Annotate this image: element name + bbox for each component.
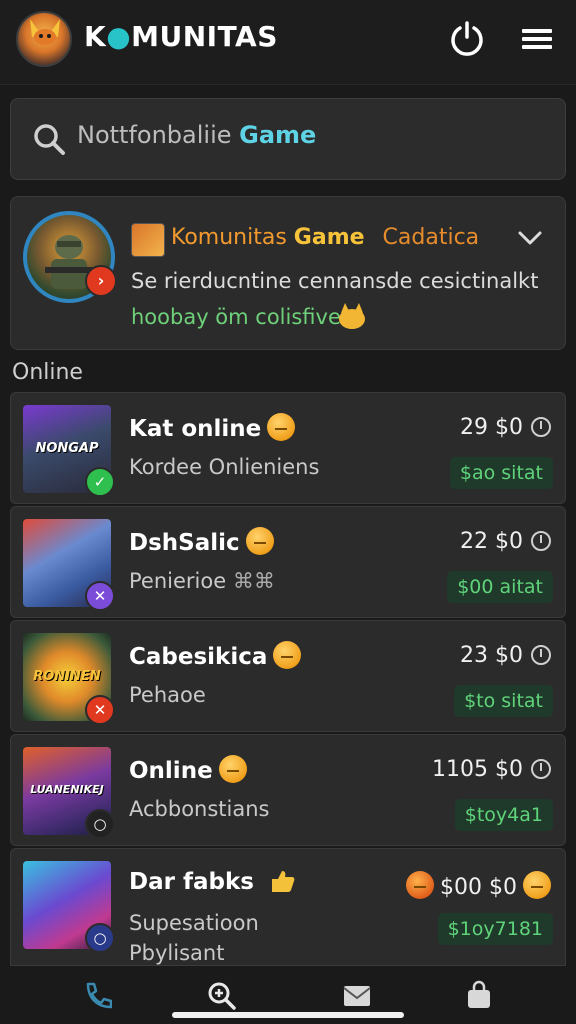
player-subtitle: Kordee Onlieniens: [129, 455, 320, 479]
featured-description: Se rierduc​ntine cennansde cesictinalkt: [131, 269, 539, 293]
smiley-emoji-icon: [245, 527, 274, 555]
player-thumbnail: LUANENIKEJ ○: [23, 747, 115, 839]
clock-icon: [531, 417, 551, 437]
player-subtitle: Penierioe ⌘⌘: [129, 569, 275, 593]
featured-category: Cadatica: [382, 225, 480, 250]
featured-title-game: Game: [293, 225, 365, 250]
player-subtitle: Supesatioon: [129, 911, 259, 935]
community-mini-icon: [131, 223, 165, 257]
status-ring-badge: ○: [85, 923, 115, 953]
player-status-tag[interactable]: $toy4a1: [454, 799, 553, 831]
player-price-text: 23 $0: [460, 643, 523, 668]
community-logo-avatar[interactable]: [16, 11, 72, 67]
player-name-text: Cabesikica: [129, 644, 268, 670]
player-price-text: $00 $0: [440, 875, 517, 900]
player-thumbnail: NONGAP ✓: [23, 405, 115, 497]
featured-title-name: Komunitas: [171, 225, 287, 250]
search-zoom-icon[interactable]: [206, 980, 236, 1010]
fire-emoji-icon: [406, 871, 435, 899]
smiley-emoji-icon: [523, 871, 551, 899]
online-check-badge: ✓: [85, 467, 115, 497]
thumbnail-caption: LUANENIKEJ: [30, 783, 104, 796]
player-thumbnail: RONINEN ✕: [23, 633, 115, 725]
status-x-badge: ✕: [85, 695, 115, 725]
player-price: $00 $0: [406, 871, 551, 900]
player-status-tag[interactable]: $00 aitat: [447, 571, 553, 603]
featured-community-card[interactable]: › Komunitas Game Cadatica Se rierduc​ntin…: [10, 196, 566, 350]
player-price: 22 $0: [460, 529, 551, 554]
player-name: Online: [129, 755, 247, 784]
player-price: 23 $0: [460, 643, 551, 668]
smiley-emoji-icon: [273, 641, 302, 669]
player-row[interactable]: ✕ DshSalic Penierioe ⌘⌘ 22 $0 $00 aitat: [10, 506, 566, 618]
app-title-o-glyph: ●: [106, 20, 132, 53]
search-placeholder-text: Nottfonbaliie: [77, 121, 232, 149]
bag-icon[interactable]: [464, 980, 494, 1010]
player-thumbnail: ○: [23, 861, 115, 953]
player-row[interactable]: RONINEN ✕ Cabesikica Pehaoe 23 $0 $to si…: [10, 620, 566, 732]
fox-mascot-icon: [30, 19, 60, 45]
clock-icon: [531, 759, 551, 779]
player-price-text: 22 $0: [460, 529, 523, 554]
featured-title: Komunitas Game Cadatica: [171, 225, 479, 250]
player-row[interactable]: LUANENIKEJ ○ Online Acbbonstians 1105 $0…: [10, 734, 566, 846]
player-thumbnail: ✕: [23, 519, 115, 611]
thumbs-up-emoji-icon: [271, 871, 295, 892]
status-ring-badge: ○: [85, 809, 115, 839]
player-subtitle-text: Penierioe: [129, 569, 227, 593]
player-subtitle: Acbbonstians: [129, 797, 270, 821]
player-price: 29 $0: [460, 415, 551, 440]
player-subtitle: Pehaoe: [129, 683, 206, 707]
player-name-text: Dar fabks: [129, 869, 254, 895]
cat-emoji-icon: [339, 303, 365, 329]
app-title-prefix: K: [84, 20, 107, 53]
thumbnail-caption: RONINEN: [33, 669, 101, 684]
player-name: Cabesikica: [129, 641, 302, 670]
app-title-rest: MUNITAS: [131, 20, 278, 53]
featured-avatar: ›: [23, 211, 117, 303]
player-name-text: DshSalic: [129, 530, 240, 556]
player-price: 1105 $0: [432, 757, 551, 782]
hamburger-menu-icon[interactable]: [520, 25, 554, 53]
home-indicator[interactable]: [172, 1012, 404, 1018]
search-input[interactable]: Nottfonbaliie Game: [77, 121, 316, 149]
player-row[interactable]: ○ Dar fabks Supesatioon Pbylisant $00 $0…: [10, 848, 566, 966]
player-price-text: 29 $0: [460, 415, 523, 440]
search-bar[interactable]: Nottfonbaliie Game: [10, 98, 566, 180]
player-name: DshSalic: [129, 527, 274, 556]
thumbnail-caption: NONGAP: [35, 441, 99, 456]
mail-icon[interactable]: [342, 980, 372, 1010]
clock-icon: [531, 645, 551, 665]
smiley-emoji-icon: [218, 755, 247, 783]
featured-tag: hoobay öm colisfive: [131, 305, 341, 329]
player-subtitle-extra: ⌘⌘: [232, 569, 275, 593]
chevron-down-icon[interactable]: [517, 229, 543, 247]
player-status-tag[interactable]: $1oy7181: [437, 913, 553, 945]
online-section-label: Online: [12, 360, 83, 385]
player-name: Kat online: [129, 413, 296, 442]
top-bar: K●MUNITAS: [0, 0, 576, 85]
status-x-badge: ✕: [85, 581, 115, 611]
player-name: Dar fabks: [129, 869, 296, 895]
player-status-tag[interactable]: $ao sitat: [449, 457, 553, 489]
featured-alert-badge: ›: [85, 265, 117, 297]
player-status-tag[interactable]: $to sitat: [454, 685, 553, 717]
search-icon: [34, 124, 65, 155]
power-icon[interactable]: [448, 20, 486, 58]
clock-icon: [531, 531, 551, 551]
player-name-text: Online: [129, 758, 213, 784]
smiley-emoji-icon: [267, 413, 296, 441]
player-subtitle-second: Pbylisant: [129, 941, 225, 965]
phone-icon[interactable]: [82, 980, 112, 1010]
player-name-text: Kat online: [129, 416, 262, 442]
app-title: K●MUNITAS: [84, 20, 278, 53]
search-placeholder-highlight: Game: [239, 121, 317, 149]
player-price-text: 1105 $0: [432, 757, 523, 782]
player-row[interactable]: NONGAP ✓ Kat online Kordee Onlieniens 29…: [10, 392, 566, 504]
